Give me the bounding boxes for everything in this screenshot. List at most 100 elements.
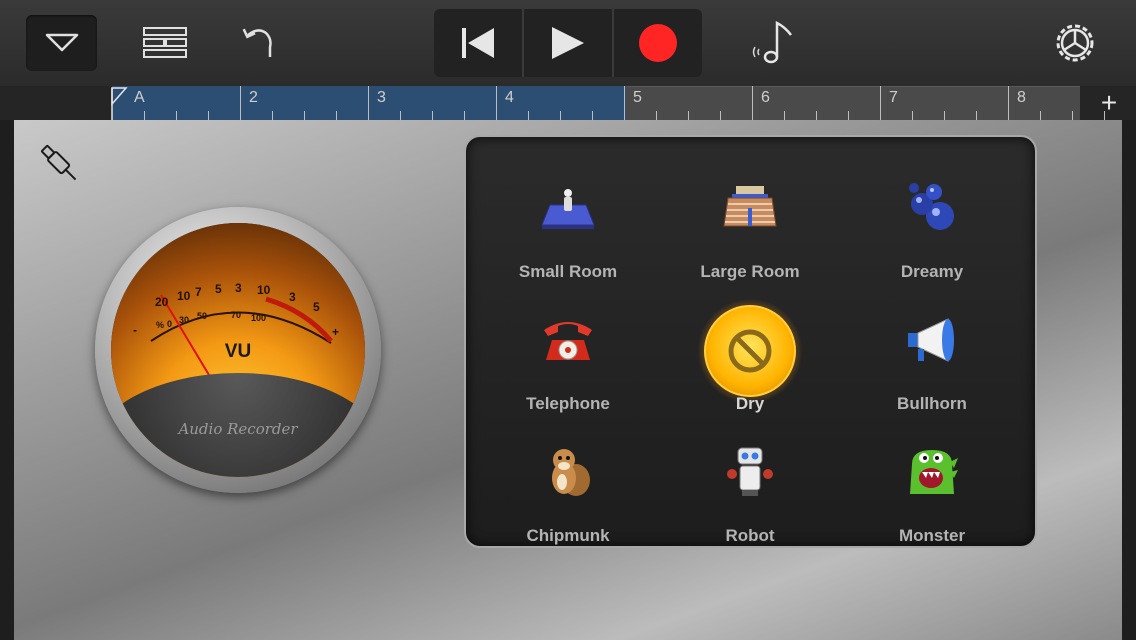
vu-percent-sign: %	[156, 320, 165, 330]
ruler-beat-tick	[816, 111, 817, 120]
ruler-bar-number: 5	[633, 89, 642, 106]
ruler-bar-number: 4	[505, 89, 514, 106]
ruler-bar-line	[752, 86, 753, 120]
effect-label: Dreamy	[900, 262, 964, 281]
vu-percent-label: 0	[167, 319, 173, 329]
effect-label: Monster	[898, 526, 966, 545]
tracks-view-button[interactable]	[136, 18, 194, 68]
ruler-beat-tick	[1072, 111, 1073, 120]
vu-scale-label: 5	[215, 282, 222, 296]
ruler-bar-number: 2	[249, 89, 258, 106]
playhead-marker[interactable]	[110, 86, 128, 120]
effect-robot[interactable]: Robot	[659, 412, 841, 545]
left-border	[0, 120, 14, 640]
ruler-bar-line	[1008, 86, 1009, 120]
small-room-icon	[538, 178, 598, 238]
ruler-beat-tick	[464, 111, 465, 120]
vu-meter: 20 10 7 5 3 10 3 5 0 30 50 70 100 - % + …	[95, 207, 381, 493]
vu-brand: Audio Recorder	[178, 420, 298, 438]
voice-effects-panel: Small Room Large Room Dreamy Telephone D…	[464, 135, 1037, 548]
smart-controls-button[interactable]	[745, 16, 801, 70]
tracks-view-icon	[143, 27, 187, 58]
add-section-button[interactable]: +	[1082, 86, 1136, 120]
robot-icon	[720, 442, 780, 502]
effect-label: Telephone	[526, 394, 610, 413]
ruler-beat-tick	[336, 111, 337, 120]
ruler-beat-tick	[208, 111, 209, 120]
play-button[interactable]	[524, 9, 614, 77]
ruler-bar-number: 3	[377, 89, 386, 106]
monster-icon	[902, 442, 962, 502]
transport-controls	[434, 9, 702, 77]
play-icon	[552, 27, 584, 59]
vu-scale-label: 7	[195, 285, 202, 299]
effect-label: Chipmunk	[526, 526, 610, 545]
effect-label: Robot	[725, 526, 775, 545]
settings-button[interactable]	[1046, 15, 1104, 71]
record-icon	[639, 24, 677, 62]
chipmunk-icon	[538, 442, 598, 502]
large-room-icon	[720, 178, 780, 238]
effect-label: Large Room	[700, 262, 800, 281]
go-to-beginning-button[interactable]	[434, 9, 524, 77]
ruler-bar-line	[368, 86, 369, 120]
ruler-beat-tick	[176, 111, 177, 120]
ruler-bar-line	[880, 86, 881, 120]
vu-percent-label: 70	[231, 310, 242, 320]
effect-monster[interactable]: Monster	[841, 412, 1023, 545]
vu-scale-label: 5	[313, 300, 320, 314]
vu-scale-label: 3	[235, 281, 242, 295]
right-border	[1122, 120, 1136, 640]
effect-small-room[interactable]: Small Room	[477, 148, 659, 281]
effect-label: Small Room	[518, 262, 618, 281]
ruler-beat-tick	[560, 111, 561, 120]
ruler-beat-tick	[784, 111, 785, 120]
megaphone-icon	[902, 310, 962, 370]
ruler-bar-number: A	[134, 89, 145, 106]
vu-scale-label: 10	[177, 289, 191, 303]
ruler-bar-line	[240, 86, 241, 120]
ruler-beat-tick	[912, 111, 913, 120]
vu-scale-label: 10	[257, 283, 271, 297]
chevron-down-icon	[45, 33, 78, 52]
timeline-ruler[interactable]: A 2 3 4 5 6 7 8 +	[0, 86, 1136, 120]
vu-minus-label: -	[133, 323, 137, 337]
effect-label: Bullhorn	[897, 394, 967, 413]
input-settings-button[interactable]	[38, 140, 82, 188]
record-button[interactable]	[614, 9, 702, 77]
ruler-bar-number: 8	[1017, 89, 1026, 106]
ruler-bar-number: 7	[889, 89, 898, 106]
ruler-beat-tick	[944, 111, 945, 120]
ruler-beat-tick	[304, 111, 305, 120]
vu-percent-label: 30	[179, 315, 190, 325]
browser-button[interactable]	[26, 15, 97, 71]
effect-dreamy[interactable]: Dreamy	[841, 148, 1023, 281]
control-bar	[0, 0, 1136, 86]
ruler-bar-line	[624, 86, 625, 120]
ruler-beat-tick	[1040, 111, 1041, 120]
ruler-beat-tick	[976, 111, 977, 120]
ruler-bar-line	[496, 86, 497, 120]
bubbles-icon	[902, 178, 962, 238]
music-note-icon	[752, 20, 792, 64]
ruler-beat-tick	[848, 111, 849, 120]
telephone-icon	[538, 310, 598, 370]
ruler-bar-number: 6	[761, 89, 770, 106]
go-to-beginning-icon	[462, 28, 494, 58]
undo-button[interactable]	[232, 18, 284, 68]
no-effect-icon	[704, 305, 796, 397]
ruler-beat-tick	[688, 111, 689, 120]
effect-bullhorn[interactable]: Bullhorn	[841, 280, 1023, 413]
effect-dry[interactable]: Dry	[659, 280, 841, 413]
effect-telephone[interactable]: Telephone	[477, 280, 659, 413]
ruler-beat-tick	[272, 111, 273, 120]
ruler-beat-tick	[144, 111, 145, 120]
ruler-beat-tick	[592, 111, 593, 120]
vu-meter-face: 20 10 7 5 3 10 3 5 0 30 50 70 100 - % + …	[111, 223, 365, 477]
ruler-region[interactable]	[112, 86, 626, 120]
ruler-beat-tick	[720, 111, 721, 120]
effect-large-room[interactable]: Large Room	[659, 148, 841, 281]
effect-chipmunk[interactable]: Chipmunk	[477, 412, 659, 545]
vu-percent-label: 100	[251, 313, 267, 323]
undo-icon	[242, 28, 272, 57]
